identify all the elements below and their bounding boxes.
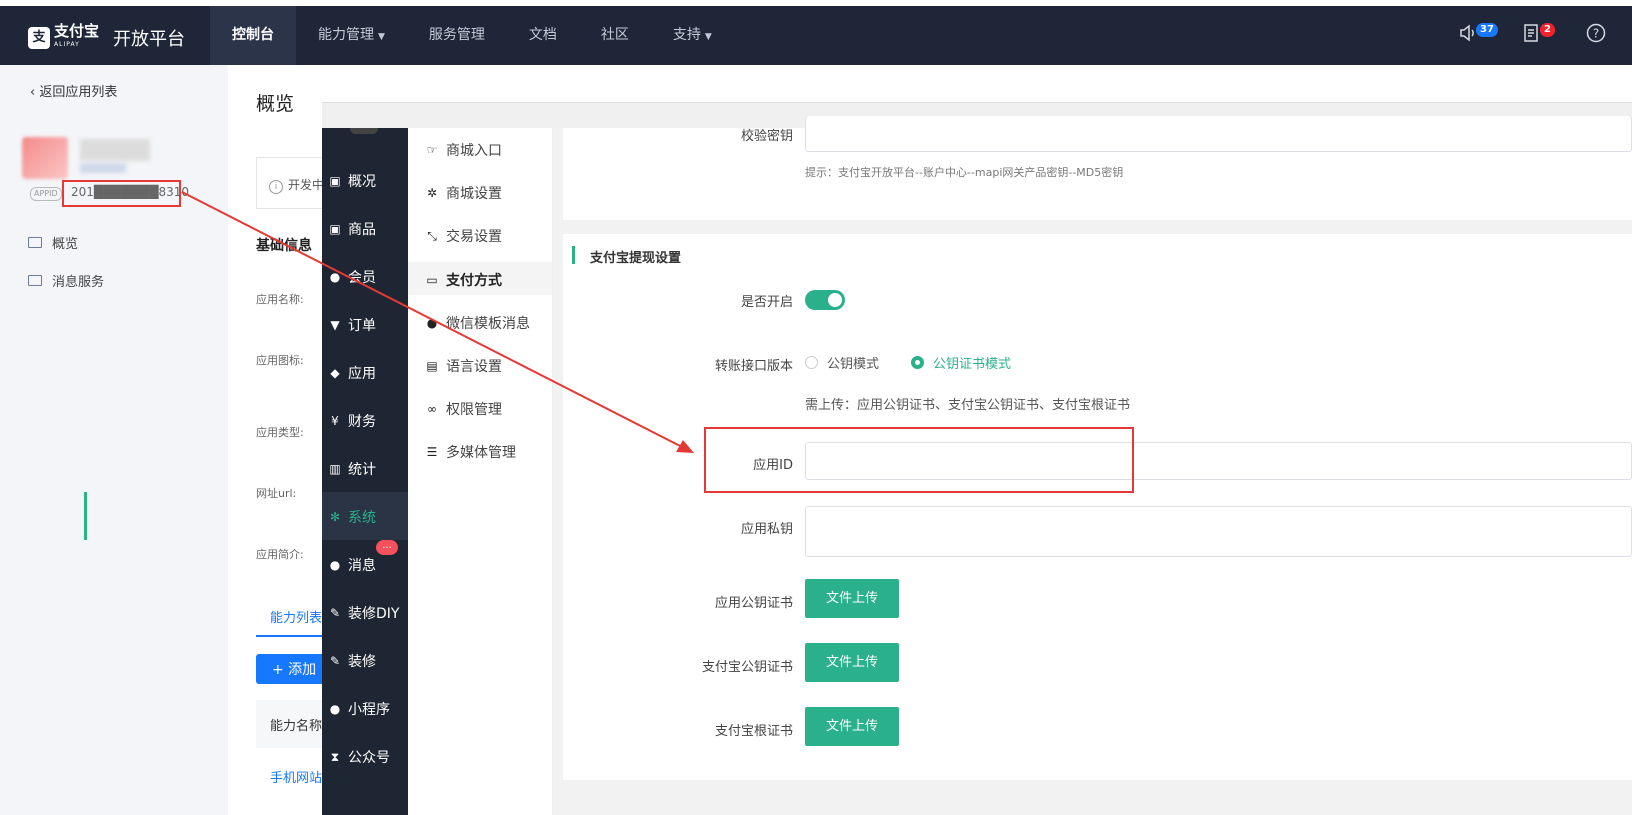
annotation-arrow-line — [181, 191, 689, 451]
annotation-arrowhead — [676, 440, 694, 453]
annotation-arrow-overlay — [181, 191, 694, 453]
